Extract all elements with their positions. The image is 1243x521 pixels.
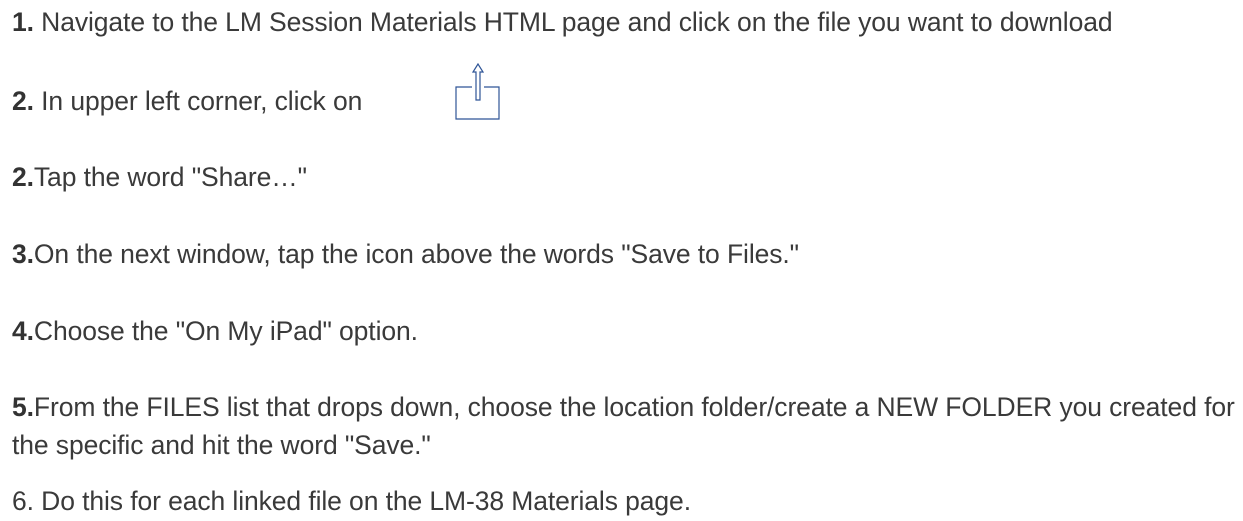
step-4: 3.On the next window, tap the icon above… [12, 235, 799, 273]
step-text: Navigate to the LM Session Materials HTM… [33, 7, 1113, 37]
step-text: On the next window, tap the icon above t… [33, 239, 799, 269]
step-text: In upper left corner, click on [33, 86, 363, 116]
step-text: Tap the word "Share…" [33, 162, 307, 192]
step-number: 4. [12, 316, 34, 346]
step-6: 5.From the FILES list that drops down, c… [12, 388, 1243, 464]
step-number: 1. [12, 7, 34, 37]
step-text: Choose the "On My iPad" option. [33, 316, 418, 346]
step-2: 2. In upper left corner, click on [12, 82, 362, 120]
step-text: From the FILES list that drops down, cho… [12, 392, 1235, 460]
step-number: 2. [12, 86, 34, 116]
step-7: 6. Do this for each linked file on the L… [12, 482, 691, 520]
step-5: 4.Choose the "On My iPad" option. [12, 312, 418, 350]
step-number: 3. [12, 239, 34, 269]
step-number: 5. [12, 392, 34, 422]
step-3: 2.Tap the word "Share…" [12, 158, 307, 196]
share-icon [455, 62, 500, 120]
step-1: 1. Navigate to the LM Session Materials … [12, 3, 1113, 41]
step-text: 6. Do this for each linked file on the L… [12, 486, 691, 516]
step-number: 2. [12, 162, 34, 192]
